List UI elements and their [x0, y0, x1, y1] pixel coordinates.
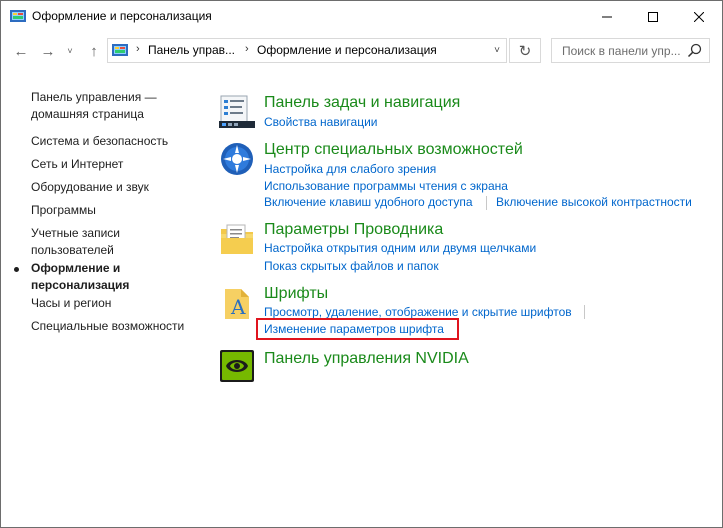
folder-options-icon — [221, 224, 253, 254]
sidebar-item-system-security[interactable]: Система и безопасность — [31, 133, 196, 150]
close-icon — [694, 11, 704, 22]
chevron-down-icon: ˅ — [67, 46, 73, 56]
category-title[interactable]: Параметры Проводника — [264, 221, 443, 239]
address-dropdown-button[interactable]: ˅ — [487, 39, 507, 62]
taskbar-icon — [219, 95, 255, 128]
refresh-icon: ↻ — [518, 42, 532, 60]
search-placeholder: Поиск в панели упр... — [562, 44, 681, 58]
sidebar-item-clock-region[interactable]: Часы и регион — [31, 295, 196, 312]
arrow-up-icon: ↑ — [90, 42, 98, 60]
sidebar-item-user-accounts[interactable]: Учетные записи пользователей — [31, 225, 151, 259]
minimize-button[interactable] — [584, 1, 630, 32]
search-input[interactable]: Поиск в панели упр... — [551, 38, 710, 63]
category-title[interactable]: Центр специальных возможностей — [264, 141, 523, 159]
close-button[interactable] — [676, 1, 722, 32]
address-bar[interactable]: › Панель управ... › Оформление и персона… — [107, 38, 507, 63]
sidebar-item-hardware-sound[interactable]: Оборудование и звук — [31, 179, 196, 196]
maximize-icon — [648, 11, 658, 22]
breadcrumb-separator[interactable]: › — [245, 43, 249, 55]
breadcrumb-control-panel[interactable]: Панель управ... — [148, 43, 235, 57]
nvidia-icon — [220, 350, 254, 382]
ease-of-access-icon — [221, 143, 253, 175]
sidebar-item-appearance[interactable]: Оформление и персонализация — [31, 260, 161, 294]
forward-button[interactable]: → — [37, 40, 59, 62]
up-button[interactable]: ↑ — [83, 40, 105, 62]
link-low-vision[interactable]: Настройка для слабого зрения — [264, 162, 436, 176]
sidebar-item-programs[interactable]: Программы — [31, 202, 196, 219]
category-title[interactable]: Панель задач и навигация — [264, 94, 460, 112]
control-panel-window: Оформление и персонализация ← → ˅ ↑ › Па… — [0, 0, 723, 528]
control-panel-icon — [112, 44, 128, 56]
window-title: Оформление и персонализация — [32, 9, 212, 23]
search-icon — [687, 43, 702, 58]
sidebar-item-network[interactable]: Сеть и Интернет — [31, 156, 196, 173]
breadcrumb-separator[interactable]: › — [136, 43, 140, 55]
chevron-down-icon: ˅ — [494, 45, 500, 56]
link-sticky-keys[interactable]: Включение клавиш удобного доступа — [264, 195, 473, 209]
maximize-button[interactable] — [630, 1, 676, 32]
category-title[interactable]: Шрифты — [264, 285, 328, 303]
minimize-icon — [602, 16, 612, 17]
title-bar: Оформление и персонализация — [1, 1, 722, 32]
back-button[interactable]: ← — [10, 40, 32, 62]
arrow-left-icon: ← — [13, 42, 29, 60]
category-title[interactable]: Панель управления NVIDIA — [264, 350, 469, 368]
arrow-right-icon: → — [40, 42, 56, 60]
link-manage-fonts[interactable]: Просмотр, удаление, отображение и скрыти… — [264, 305, 572, 319]
link-high-contrast[interactable]: Включение высокой контрастности — [496, 195, 692, 209]
fonts-icon: A — [225, 289, 249, 319]
control-panel-icon — [10, 10, 26, 22]
sidebar-item-ease-of-access[interactable]: Специальные возможности — [31, 318, 196, 335]
recent-locations-button[interactable]: ˅ — [63, 40, 77, 62]
link-hidden-files[interactable]: Показ скрытых файлов и папок — [264, 259, 439, 273]
refresh-button[interactable]: ↻ — [509, 38, 541, 63]
breadcrumb-appearance[interactable]: Оформление и персонализация — [257, 43, 437, 57]
highlight-box — [256, 318, 459, 340]
active-bullet-icon — [14, 267, 19, 272]
link-divider — [486, 196, 487, 210]
link-navigation-properties[interactable]: Свойства навигации — [264, 115, 377, 129]
link-screen-reader[interactable]: Использование программы чтения с экрана — [264, 179, 508, 193]
navigation-bar: ← → ˅ ↑ › Панель управ... › Оформление и… — [1, 32, 722, 70]
sidebar-item-home[interactable]: Панель управления — домашняя страница — [31, 89, 196, 123]
link-divider — [584, 305, 585, 319]
link-click-options[interactable]: Настройка открытия одним или двумя щелчк… — [264, 241, 536, 255]
svg-text:A: A — [230, 295, 246, 319]
